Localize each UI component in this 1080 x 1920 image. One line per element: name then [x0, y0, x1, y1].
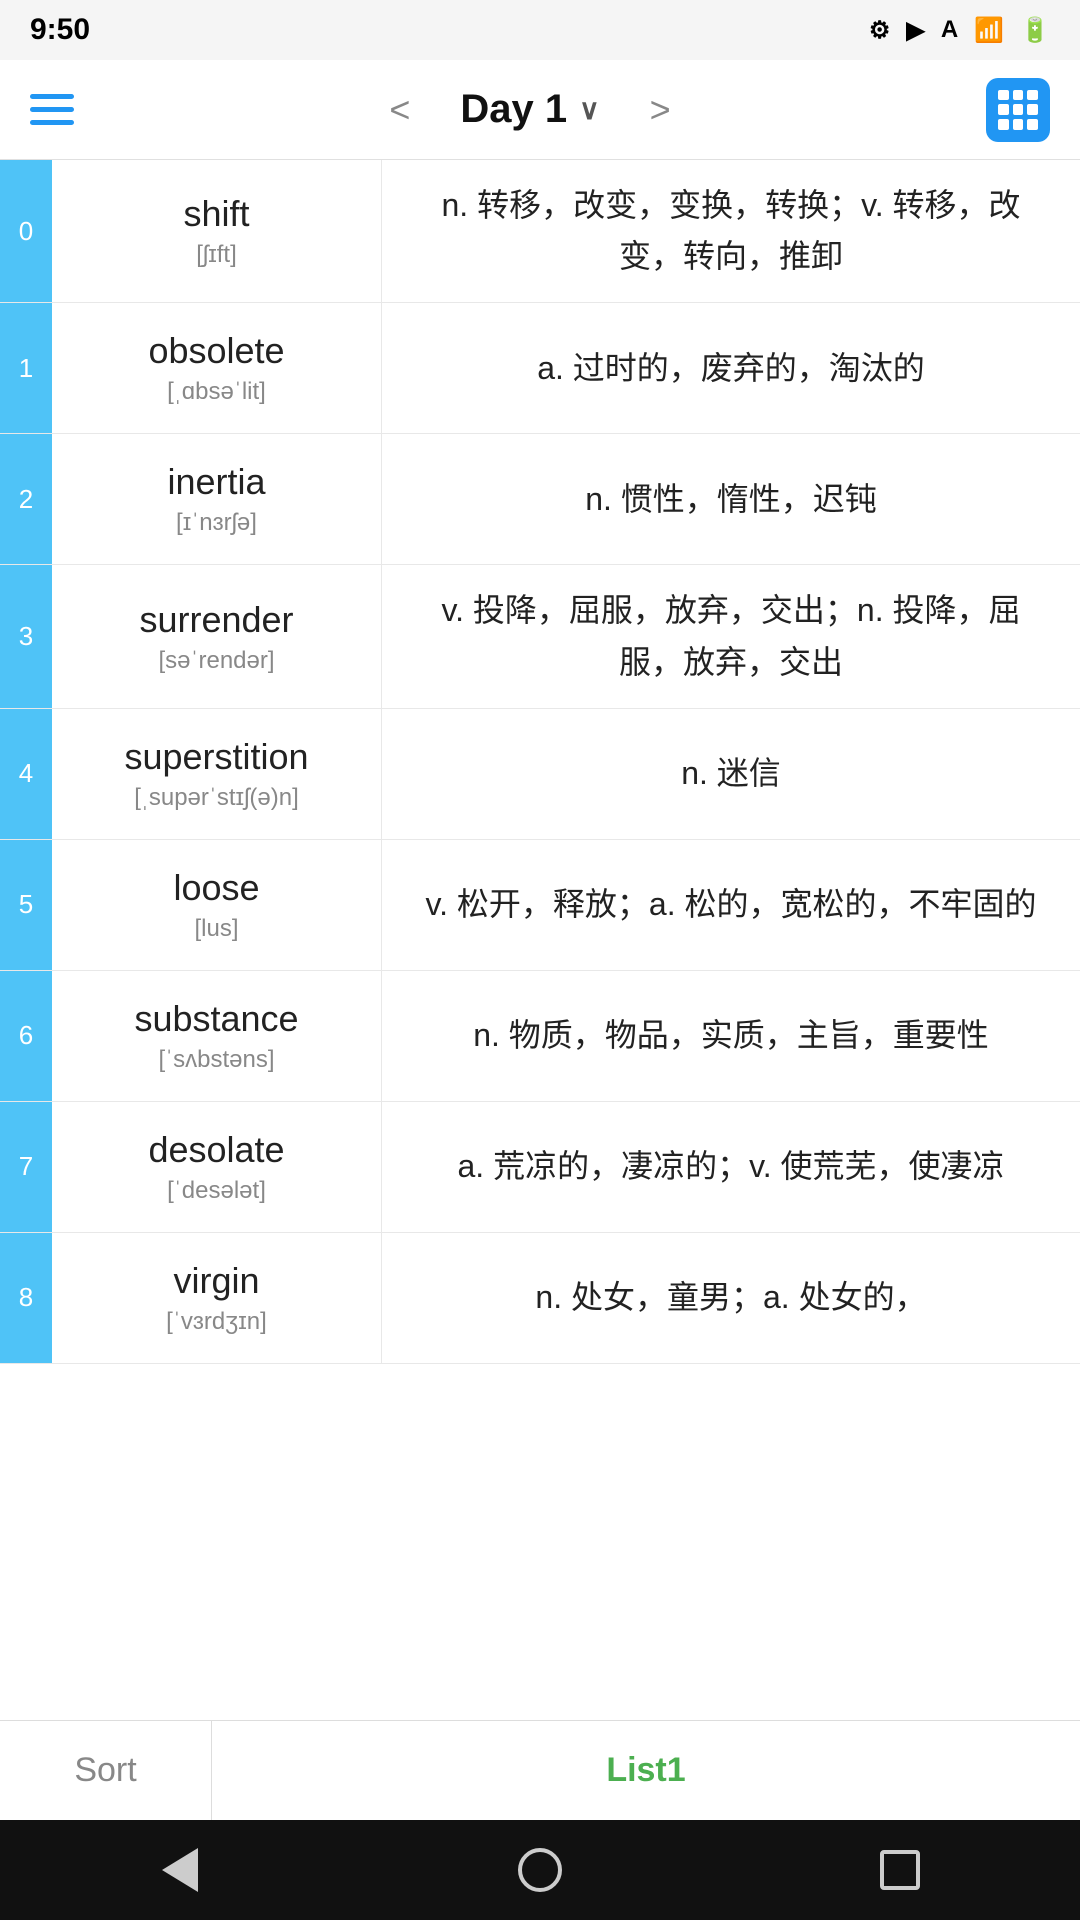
word-english: desolate [148, 1129, 284, 1171]
word-english-col: inertia [ɪˈnɜrʃə] [52, 434, 382, 564]
back-icon [162, 1848, 198, 1892]
day-title-text: Day 1 [460, 87, 567, 132]
word-index: 1 [0, 303, 52, 433]
table-row[interactable]: 5 loose [lus] v. 松开，释放；a. 松的，宽松的，不牢固的 [0, 840, 1080, 971]
word-definition: v. 松开，释放；a. 松的，宽松的，不牢固的 [382, 840, 1080, 970]
word-phonetic: [ˌsupərˈstɪʃ(ə)n] [134, 784, 299, 812]
table-row[interactable]: 1 obsolete [ˌɑbsəˈlit] a. 过时的，废弃的，淘汰的 [0, 303, 1080, 434]
grid-view-button[interactable] [986, 78, 1050, 142]
table-row[interactable]: 4 superstition [ˌsupərˈstɪʃ(ə)n] n. 迷信 [0, 709, 1080, 840]
word-english: substance [134, 998, 298, 1040]
word-phonetic: [lus] [194, 915, 238, 943]
status-icons: ⚙ ▶ A 📶 🔋 [869, 16, 1050, 45]
home-button[interactable] [505, 1835, 575, 1905]
table-row[interactable]: 3 surrender [səˈrendər] v. 投降，屈服，放弃，交出；n… [0, 565, 1080, 708]
table-row[interactable]: 6 substance [ˈsʌbstəns] n. 物质，物品，实质，主旨，重… [0, 971, 1080, 1102]
day-title[interactable]: Day 1 ∨ [460, 87, 599, 132]
back-button[interactable] [145, 1835, 215, 1905]
word-english: inertia [167, 461, 265, 503]
recents-icon [880, 1850, 920, 1890]
status-time: 9:50 [30, 13, 90, 47]
word-english-col: desolate [ˈdesələt] [52, 1102, 382, 1232]
table-row[interactable]: 2 inertia [ɪˈnɜrʃə] n. 惯性，惰性，迟钝 [0, 434, 1080, 565]
word-list: 0 shift [ʃɪft] n. 转移，改变，变换，转换；v. 转移，改变，转… [0, 160, 1080, 1720]
word-english-col: surrender [səˈrendər] [52, 565, 382, 707]
word-index: 2 [0, 434, 52, 564]
prev-day-button[interactable]: < [379, 89, 420, 131]
status-bar: 9:50 ⚙ ▶ A 📶 🔋 [0, 0, 1080, 60]
word-english-col: shift [ʃɪft] [52, 160, 382, 302]
word-english: loose [173, 867, 259, 909]
word-english: virgin [173, 1260, 259, 1302]
home-icon [518, 1848, 562, 1892]
word-index: 3 [0, 565, 52, 707]
table-row[interactable]: 8 virgin [ˈvɜrdʒɪn] n. 处女，童男；a. 处女的， [0, 1233, 1080, 1364]
table-row[interactable]: 0 shift [ʃɪft] n. 转移，改变，变换，转换；v. 转移，改变，转… [0, 160, 1080, 303]
word-phonetic: [ˌɑbsəˈlit] [167, 378, 266, 406]
word-english-col: obsolete [ˌɑbsəˈlit] [52, 303, 382, 433]
settings-icon: ⚙ [869, 16, 891, 45]
battery-icon: 🔋 [1020, 16, 1050, 45]
word-phonetic: [ˈdesələt] [167, 1177, 266, 1205]
word-index: 4 [0, 709, 52, 839]
table-row[interactable]: 7 desolate [ˈdesələt] a. 荒凉的，凄凉的；v. 使荒芜，… [0, 1102, 1080, 1233]
word-definition: a. 过时的，废弃的，淘汰的 [382, 303, 1080, 433]
word-english-col: superstition [ˌsupərˈstɪʃ(ə)n] [52, 709, 382, 839]
word-definition: n. 物质，物品，实质，主旨，重要性 [382, 971, 1080, 1101]
word-index: 6 [0, 971, 52, 1101]
word-index: 5 [0, 840, 52, 970]
word-phonetic: [ˈvɜrdʒɪn] [166, 1308, 267, 1336]
word-index: 8 [0, 1233, 52, 1363]
word-english-col: virgin [ˈvɜrdʒɪn] [52, 1233, 382, 1363]
word-index: 7 [0, 1102, 52, 1232]
font-icon: A [941, 16, 958, 44]
chevron-down-icon: ∨ [579, 93, 600, 126]
word-english: shift [183, 193, 249, 235]
word-definition: n. 惯性，惰性，迟钝 [382, 434, 1080, 564]
word-phonetic: [ˈsʌbstəns] [158, 1046, 274, 1074]
word-phonetic: [səˈrendər] [158, 647, 274, 675]
android-nav-bar [0, 1820, 1080, 1920]
tab-sort[interactable]: Sort [0, 1721, 212, 1820]
word-phonetic: [ɪˈnɜrʃə] [176, 509, 257, 537]
word-english: surrender [139, 599, 293, 641]
tab-list1[interactable]: List1 [212, 1721, 1080, 1820]
word-english: superstition [124, 736, 308, 778]
word-english-col: substance [ˈsʌbstəns] [52, 971, 382, 1101]
word-phonetic: [ʃɪft] [196, 241, 237, 269]
recents-button[interactable] [865, 1835, 935, 1905]
word-definition: a. 荒凉的，凄凉的；v. 使荒芜，使凄凉 [382, 1102, 1080, 1232]
word-definition: v. 投降，屈服，放弃，交出；n. 投降，屈服，放弃，交出 [382, 565, 1080, 707]
menu-button[interactable] [30, 94, 74, 125]
word-definition: n. 迷信 [382, 709, 1080, 839]
next-day-button[interactable]: > [640, 89, 681, 131]
grid-icon [998, 90, 1038, 130]
word-english-col: loose [lus] [52, 840, 382, 970]
bottom-tab-bar: Sort List1 [0, 1720, 1080, 1820]
word-english: obsolete [148, 330, 284, 372]
word-index: 0 [0, 160, 52, 302]
word-definition: n. 转移，改变，变换，转换；v. 转移，改变，转向，推卸 [382, 160, 1080, 302]
word-definition: n. 处女，童男；a. 处女的， [382, 1233, 1080, 1363]
top-nav: < Day 1 ∨ > [0, 60, 1080, 160]
signal-icon: 📶 [974, 16, 1004, 45]
play-icon: ▶ [906, 16, 924, 45]
